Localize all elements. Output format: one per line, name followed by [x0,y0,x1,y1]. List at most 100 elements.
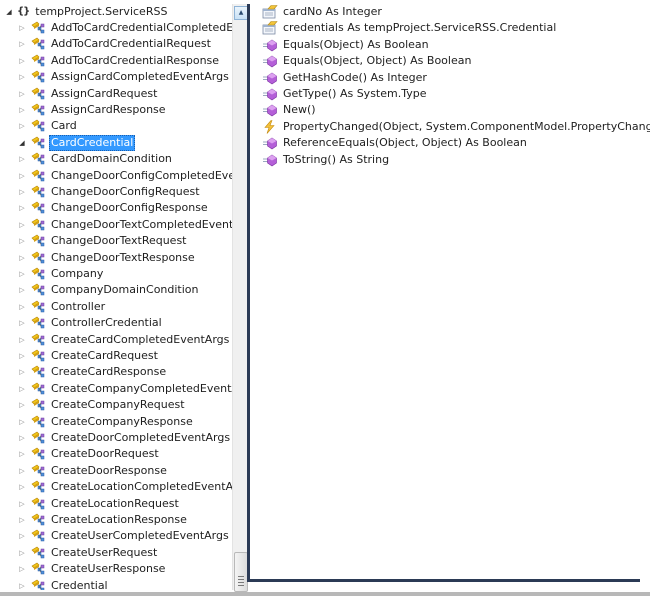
expand-arrow-icon[interactable]: ▷ [17,561,27,577]
tree-item[interactable]: ▷ ChangeDoorTextCompletedEventArgs [17,217,232,233]
class-icon [30,87,46,101]
member-item[interactable]: GetHashCode() As Integer [262,70,427,86]
expand-arrow-icon[interactable]: ▷ [17,151,27,167]
tree-item[interactable]: ▷ CompanyDomainCondition [17,282,201,298]
expand-arrow-icon[interactable]: ▷ [17,512,27,528]
tree-vertical-scrollbar[interactable]: ▲ [232,4,248,592]
member-item[interactable]: cardNo As Integer [262,4,382,20]
expand-arrow-icon[interactable]: ▷ [17,578,27,590]
tree-item-label: AssignCardCompletedEventArgs [51,70,229,84]
member-item[interactable]: Equals(Object, Object) As Boolean [262,53,471,69]
expand-arrow-icon[interactable]: ▷ [17,36,27,52]
expand-arrow-icon[interactable]: ▷ [17,184,27,200]
expand-arrow-icon[interactable]: ▷ [17,250,27,266]
member-item[interactable]: GetType() As System.Type [262,86,426,102]
member-item[interactable]: ToString() As String [262,152,389,168]
tree-item[interactable]: ▷ ChangeDoorTextResponse [17,250,197,266]
expand-arrow-icon[interactable]: ▷ [17,414,27,430]
tree-item[interactable]: ▷ CreateUserCompletedEventArgs [17,528,231,544]
tree-item[interactable]: ▷ AssignCardRequest [17,86,159,102]
tree-item[interactable]: ▷ AssignCardCompletedEventArgs [17,69,231,85]
tree-item[interactable]: ▷ CreateLocationRequest [17,496,181,512]
tree-item[interactable]: ▷ CardDomainCondition [17,151,174,167]
tree-item[interactable]: ▷ CreateLocationResponse [17,512,189,528]
expand-arrow-icon[interactable]: ▷ [17,545,27,561]
expand-arrow-icon[interactable]: ▷ [17,496,27,512]
class-icon [30,169,46,183]
class-icon [30,415,46,429]
tree-item[interactable]: ▷ ChangeDoorConfigResponse [17,200,210,216]
expand-arrow-icon[interactable]: ▷ [17,446,27,462]
tree-item[interactable]: ▷ CreateCardRequest [17,348,160,364]
member-item[interactable]: Equals(Object) As Boolean [262,37,429,53]
collapse-arrow-icon[interactable]: ◢ [4,4,14,20]
tree-item[interactable]: ▷ Credential [17,578,110,590]
tree-item[interactable]: ▷ ChangeDoorTextRequest [17,233,189,249]
tree-item[interactable]: ▷ CreateDoorCompletedEventArgs [17,430,232,446]
tree-root-namespace[interactable]: ◢ {} tempProject.ServiceRSS [4,4,169,20]
expand-arrow-icon[interactable]: ▷ [17,299,27,315]
expand-arrow-icon[interactable]: ▷ [17,397,27,413]
class-icon [30,562,46,576]
tree-item[interactable]: ▷ CreateCompanyCompletedEventArgs [17,381,232,397]
class-icon [30,201,46,215]
tree-item[interactable]: ▷ Card [17,118,79,134]
collapse-arrow-icon[interactable]: ◢ [17,135,27,151]
tree-item[interactable]: ▷ Company [17,266,105,282]
expand-arrow-icon[interactable]: ▷ [17,430,27,446]
scroll-up-button[interactable]: ▲ [234,6,248,20]
expand-arrow-icon[interactable]: ▷ [17,266,27,282]
tree-item[interactable]: ▷ CreateCardResponse [17,364,168,380]
tree-item[interactable]: ▷ CreateDoorRequest [17,446,161,462]
tree-item[interactable]: ◢ CardCredential [17,134,136,151]
method-icon [262,38,278,52]
expand-arrow-icon[interactable]: ▷ [17,118,27,134]
expand-arrow-icon[interactable]: ▷ [17,348,27,364]
member-item[interactable]: New() [262,102,316,118]
tree-item[interactable]: ▷ CreateCardCompletedEventArgs [17,332,231,348]
expand-arrow-icon[interactable]: ▷ [17,168,27,184]
expand-arrow-icon[interactable]: ▷ [17,364,27,380]
expand-arrow-icon[interactable]: ▷ [17,479,27,495]
expand-arrow-icon[interactable]: ▷ [17,20,27,36]
tree-item[interactable]: ▷ ChangeDoorConfigRequest [17,184,202,200]
expand-arrow-icon[interactable]: ▷ [17,69,27,85]
class-icon [30,382,46,396]
class-icon [30,218,46,232]
tree-item[interactable]: ▷ ControllerCredential [17,315,164,331]
property-icon [262,5,278,19]
expand-arrow-icon[interactable]: ▷ [17,315,27,331]
tree-item[interactable]: ▷ CreateDoorResponse [17,463,169,479]
tree-item[interactable]: ▷ CreateUserResponse [17,561,167,577]
tree-item-label: CreateDoorRequest [51,447,159,461]
tree-item[interactable]: ▷ AddToCardCredentialCompletedEventArgs [17,20,232,36]
expand-arrow-icon[interactable]: ▷ [17,86,27,102]
tree-item[interactable]: ▷ CreateUserRequest [17,545,159,561]
expand-arrow-icon[interactable]: ▷ [17,463,27,479]
class-icon [30,103,46,117]
tree-item[interactable]: ▷ Controller [17,299,107,315]
expand-arrow-icon[interactable]: ▷ [17,102,27,118]
tree-item[interactable]: ▷ CreateCompanyRequest [17,397,187,413]
tree-item[interactable]: ▷ AddToCardCredentialRequest [17,36,213,52]
member-label: PropertyChanged(Object, System.Component… [283,119,650,133]
expand-arrow-icon[interactable]: ▷ [17,528,27,544]
scroll-thumb[interactable] [234,552,248,592]
member-item[interactable]: PropertyChanged(Object, System.Component… [262,119,650,135]
tree-item[interactable]: ▷ AddToCardCredentialResponse [17,53,221,69]
expand-arrow-icon[interactable]: ▷ [17,381,27,397]
tree-item[interactable]: ▷ ChangeDoorConfigCompletedEventArgs [17,168,232,184]
tree-item[interactable]: ▷ AssignCardResponse [17,102,168,118]
expand-arrow-icon[interactable]: ▷ [17,200,27,216]
method-icon [262,54,278,68]
member-item[interactable]: credentials As tempProject.ServiceRSS.Cr… [262,20,556,36]
tree-item[interactable]: ▷ CreateCompanyResponse [17,414,195,430]
expand-arrow-icon[interactable]: ▷ [17,53,27,69]
object-browser-tree[interactable]: ◢ {} tempProject.ServiceRSS ▷ AddToCardC… [0,0,232,590]
expand-arrow-icon[interactable]: ▷ [17,282,27,298]
expand-arrow-icon[interactable]: ▷ [17,233,27,249]
member-item[interactable]: ReferenceEquals(Object, Object) As Boole… [262,135,527,151]
tree-item[interactable]: ▷ CreateLocationCompletedEventArgs [17,479,232,495]
expand-arrow-icon[interactable]: ▷ [17,217,27,233]
expand-arrow-icon[interactable]: ▷ [17,332,27,348]
